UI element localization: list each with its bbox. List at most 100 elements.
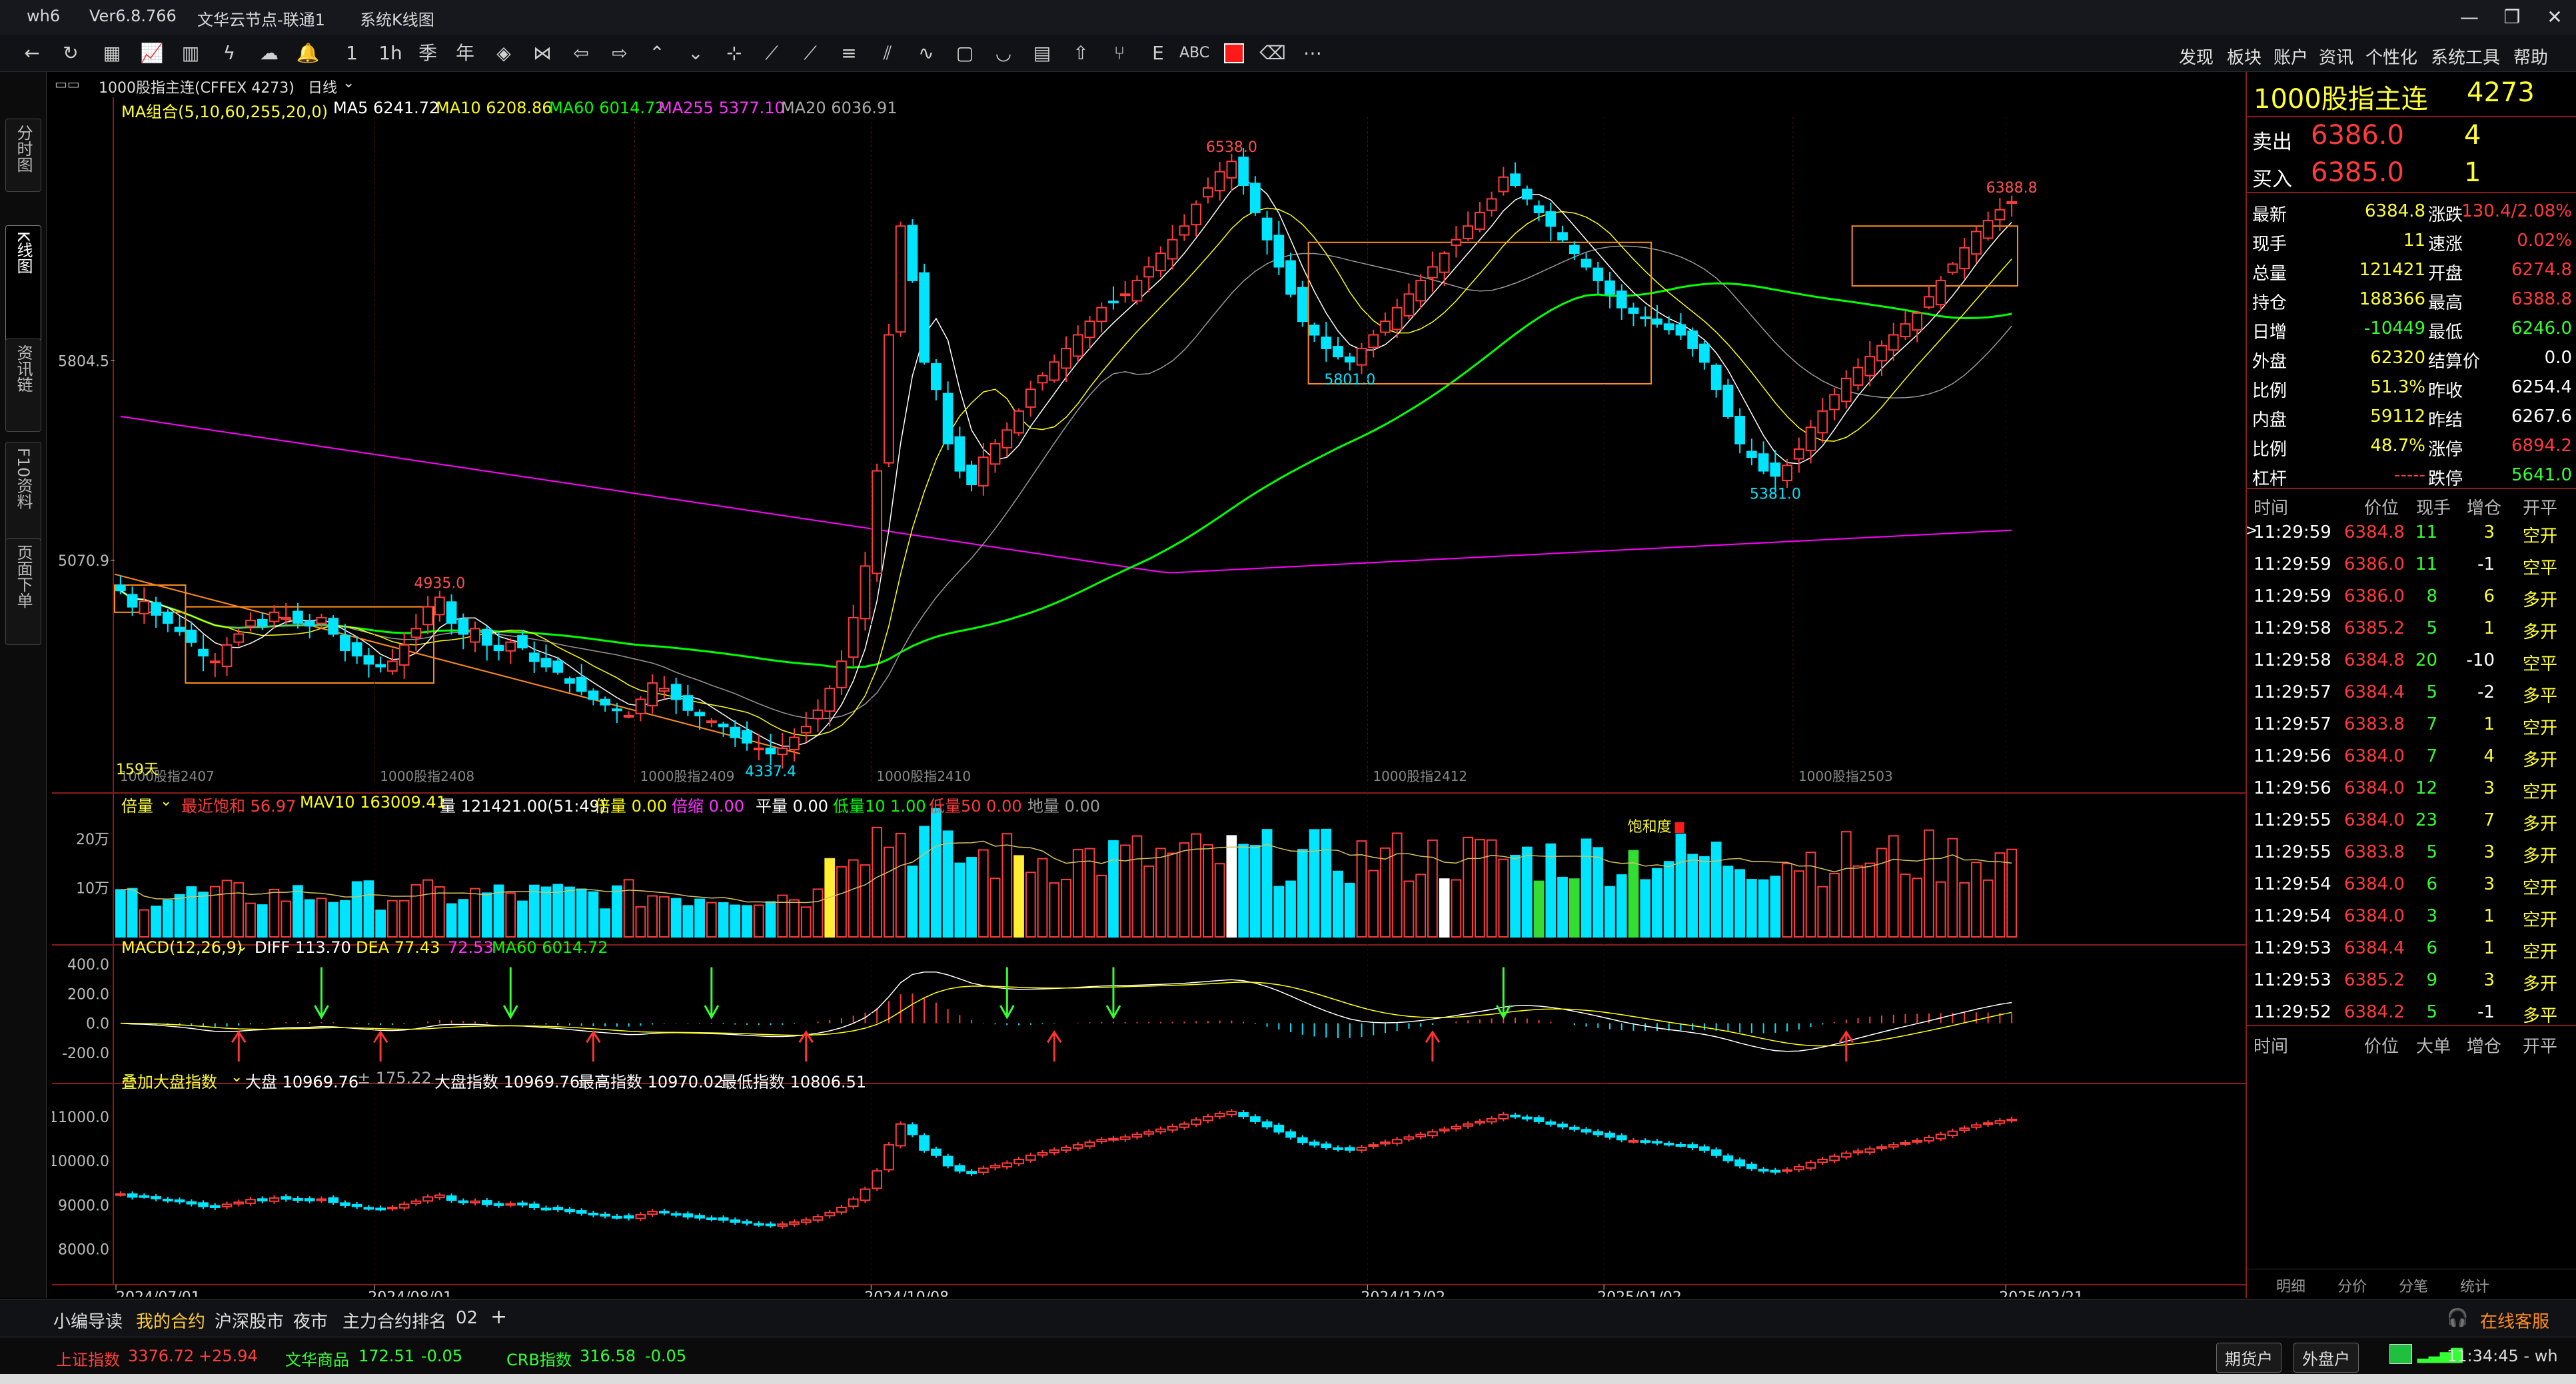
chevron-down-icon[interactable]: ⌄ bbox=[342, 75, 354, 91]
trade-row[interactable]: 11:29:59 6386.0 8 6 多开 bbox=[2247, 581, 2576, 613]
service-link[interactable]: 在线客服 bbox=[2480, 1308, 2549, 1333]
menu-tools[interactable]: 系统工具 bbox=[2431, 44, 2500, 69]
menu-sector[interactable]: 板块 bbox=[2227, 44, 2261, 69]
period-season-icon[interactable]: 季 bbox=[413, 40, 442, 67]
tab-news-chain[interactable]: 资讯链 bbox=[5, 339, 41, 432]
trade-row[interactable]: 11:29:53 6384.4 6 1 空开 bbox=[2247, 933, 2576, 965]
cloud-icon[interactable]: ☁ bbox=[255, 40, 284, 67]
zoom-in-icon[interactable]: ◈ bbox=[489, 40, 518, 67]
table-icon[interactable]: ▦ bbox=[97, 40, 127, 67]
minimize-icon[interactable]: — bbox=[2449, 3, 2489, 32]
tab-night[interactable]: 夜市 bbox=[293, 1308, 328, 1333]
tab-02[interactable]: 02 bbox=[456, 1308, 478, 1328]
bid-price[interactable]: 6385.0 bbox=[2311, 157, 2404, 188]
tab-hs-stocks[interactable]: 沪深股市 bbox=[215, 1308, 284, 1333]
ask-price[interactable]: 6386.0 bbox=[2311, 120, 2404, 151]
menu-discover[interactable]: 发现 bbox=[2179, 44, 2214, 69]
back-icon[interactable]: ← bbox=[17, 40, 47, 67]
period-1-icon[interactable]: 1 bbox=[337, 40, 366, 67]
text-abc-icon[interactable]: ABC bbox=[1179, 40, 1209, 67]
trade-row[interactable]: 11:29:54 6384.0 6 3 空开 bbox=[2247, 869, 2576, 901]
kline-icon[interactable]: ▥ bbox=[176, 40, 205, 67]
trade-row[interactable]: 11:29:59 6386.0 11 -1 空平 bbox=[2247, 549, 2576, 581]
refresh-icon[interactable]: ↻ bbox=[56, 40, 85, 67]
menu-account[interactable]: 账户 bbox=[2273, 44, 2308, 69]
arrow-icon[interactable]: ⇧ bbox=[1066, 40, 1095, 67]
ray-icon[interactable]: ⟋ bbox=[796, 40, 825, 67]
period-1h-icon[interactable]: 1h bbox=[376, 40, 405, 67]
macd-name[interactable]: MACD(12,26,9) bbox=[121, 938, 243, 957]
trade-row[interactable]: 11:29:58 6385.2 5 1 多开 bbox=[2247, 613, 2576, 645]
period-year-icon[interactable]: 年 bbox=[450, 40, 480, 67]
prev-icon[interactable]: ⇦ bbox=[566, 40, 596, 67]
trade-row[interactable]: 11:29:57 6383.8 7 1 空开 bbox=[2247, 709, 2576, 741]
tab-ticks[interactable]: 分笔 bbox=[2399, 1275, 2428, 1296]
trade-row[interactable]: 11:29:53 6385.2 9 3 多开 bbox=[2247, 965, 2576, 997]
menu-news[interactable]: 资讯 bbox=[2319, 44, 2353, 69]
foreign-account-button[interactable]: 外盘户 bbox=[2293, 1343, 2359, 1373]
index-axis-label: 11000.0 bbox=[52, 1109, 109, 1126]
add-tab-icon[interactable]: + bbox=[490, 1305, 507, 1329]
tab-timeshare[interactable]: 分时图 bbox=[5, 119, 41, 192]
menu-help[interactable]: 帮助 bbox=[2513, 44, 2548, 69]
headset-icon[interactable]: 🎧 bbox=[2447, 1308, 2468, 1328]
index-name[interactable]: 叠加大盘指数 bbox=[121, 1069, 217, 1092]
signal-icon[interactable]: ϟ bbox=[215, 40, 244, 67]
futures-account-button[interactable]: 期货户 bbox=[2216, 1343, 2281, 1373]
kline-chart[interactable]: 5804.55070.91000股指2407 1000股指2408 1000股指24… bbox=[52, 97, 2246, 1297]
wh-index-name[interactable]: 文华商品 bbox=[285, 1347, 349, 1370]
trade-row[interactable]: 11:29:56 6384.0 12 3 空开 bbox=[2247, 773, 2576, 805]
ma-group-label[interactable]: MA组合(5,10,60,255,20,0) bbox=[121, 99, 328, 122]
tab-editor-guide[interactable]: 小编导读 bbox=[53, 1308, 123, 1333]
eraser-icon[interactable]: ⌫ bbox=[1258, 40, 1287, 67]
sh-index-name[interactable]: 上证指数 bbox=[56, 1347, 120, 1370]
trade-row[interactable]: 11:29:54 6384.0 3 1 空开 bbox=[2247, 901, 2576, 933]
zoom-out-icon[interactable]: ⋈ bbox=[528, 40, 557, 67]
more-icon[interactable]: ⋯ bbox=[1298, 40, 1327, 67]
tab-f10[interactable]: F10资料 bbox=[5, 442, 41, 548]
fork-icon[interactable]: ⑂ bbox=[1105, 40, 1134, 67]
cursor-icon[interactable]: ⊹ bbox=[720, 40, 749, 67]
trade-row[interactable]: 11:29:59 6384.8 11 3 空开 > bbox=[2246, 517, 2576, 549]
draw-line-icon[interactable]: ⟋ bbox=[757, 40, 786, 67]
trade-row[interactable]: 11:29:56 6384.0 7 4 多开 bbox=[2247, 741, 2576, 773]
close-icon[interactable]: ✕ bbox=[2535, 3, 2575, 32]
volume-name[interactable]: 倍量 bbox=[121, 793, 153, 816]
contract-icon[interactable]: ▭▭ bbox=[55, 76, 80, 92]
grid-icon[interactable]: ▤ bbox=[1027, 40, 1057, 67]
trade-row[interactable]: 11:29:52 6384.2 5 -1 多平 bbox=[2247, 997, 2576, 1029]
contract-name[interactable]: 1000股指主连(CFFEX 4273) bbox=[99, 76, 295, 97]
rectangle-icon[interactable]: ▢ bbox=[950, 40, 979, 67]
trades-list[interactable]: 11:29:59 6384.8 11 3 空开 >11:29:59 6386.0 11 -1 空平… bbox=[2246, 517, 2576, 1030]
down-icon[interactable]: ⌄ bbox=[681, 40, 710, 67]
next-icon[interactable]: ⇨ bbox=[605, 40, 634, 67]
bell-icon[interactable]: 🔔 bbox=[293, 40, 322, 67]
text-e-icon[interactable]: E bbox=[1143, 40, 1173, 67]
trade-row[interactable]: 11:29:58 6384.8 20 -10 空平 bbox=[2247, 645, 2576, 677]
tab-my-contracts[interactable]: 我的合约 bbox=[136, 1308, 205, 1333]
fib-icon[interactable]: ≡ bbox=[834, 40, 864, 67]
arc-icon[interactable]: ◡ bbox=[989, 40, 1018, 67]
chevron-down-icon[interactable]: ⌄ bbox=[160, 793, 172, 810]
restore-icon[interactable]: ❐ bbox=[2492, 3, 2532, 32]
up-icon[interactable]: ⌃ bbox=[642, 40, 672, 67]
color-icon[interactable] bbox=[1219, 40, 1249, 67]
chevron-down-icon[interactable]: ⌄ bbox=[231, 1069, 243, 1085]
wave-icon[interactable]: ∿ bbox=[912, 40, 941, 67]
trade-price: 6384.0 bbox=[2344, 874, 2405, 894]
tab-order[interactable]: 页面下单 bbox=[5, 538, 41, 645]
menu-personalize[interactable]: 个性化 bbox=[2365, 44, 2417, 69]
trade-row[interactable]: 11:29:57 6384.4 5 -2 多平 bbox=[2247, 677, 2576, 709]
tab-main-rank[interactable]: 主力合约排名 bbox=[342, 1308, 446, 1333]
tab-detail[interactable]: 明细 bbox=[2276, 1275, 2305, 1296]
tab-price-dist[interactable]: 分价 bbox=[2337, 1275, 2367, 1296]
line-chart-icon[interactable]: 📈 bbox=[137, 40, 167, 67]
period-select[interactable]: 日线 bbox=[308, 76, 337, 97]
tab-stats[interactable]: 统计 bbox=[2460, 1275, 2489, 1296]
crb-index-name[interactable]: CRB指数 bbox=[506, 1347, 572, 1370]
trade-row[interactable]: 11:29:55 6384.0 23 7 多开 bbox=[2247, 805, 2576, 837]
trade-row[interactable]: 11:29:55 6383.8 5 3 多开 bbox=[2247, 837, 2576, 869]
chevron-down-icon[interactable]: ⌄ bbox=[236, 938, 248, 955]
channel-icon[interactable]: ⫽ bbox=[873, 40, 902, 67]
tab-kline[interactable]: K线图 bbox=[5, 225, 41, 345]
